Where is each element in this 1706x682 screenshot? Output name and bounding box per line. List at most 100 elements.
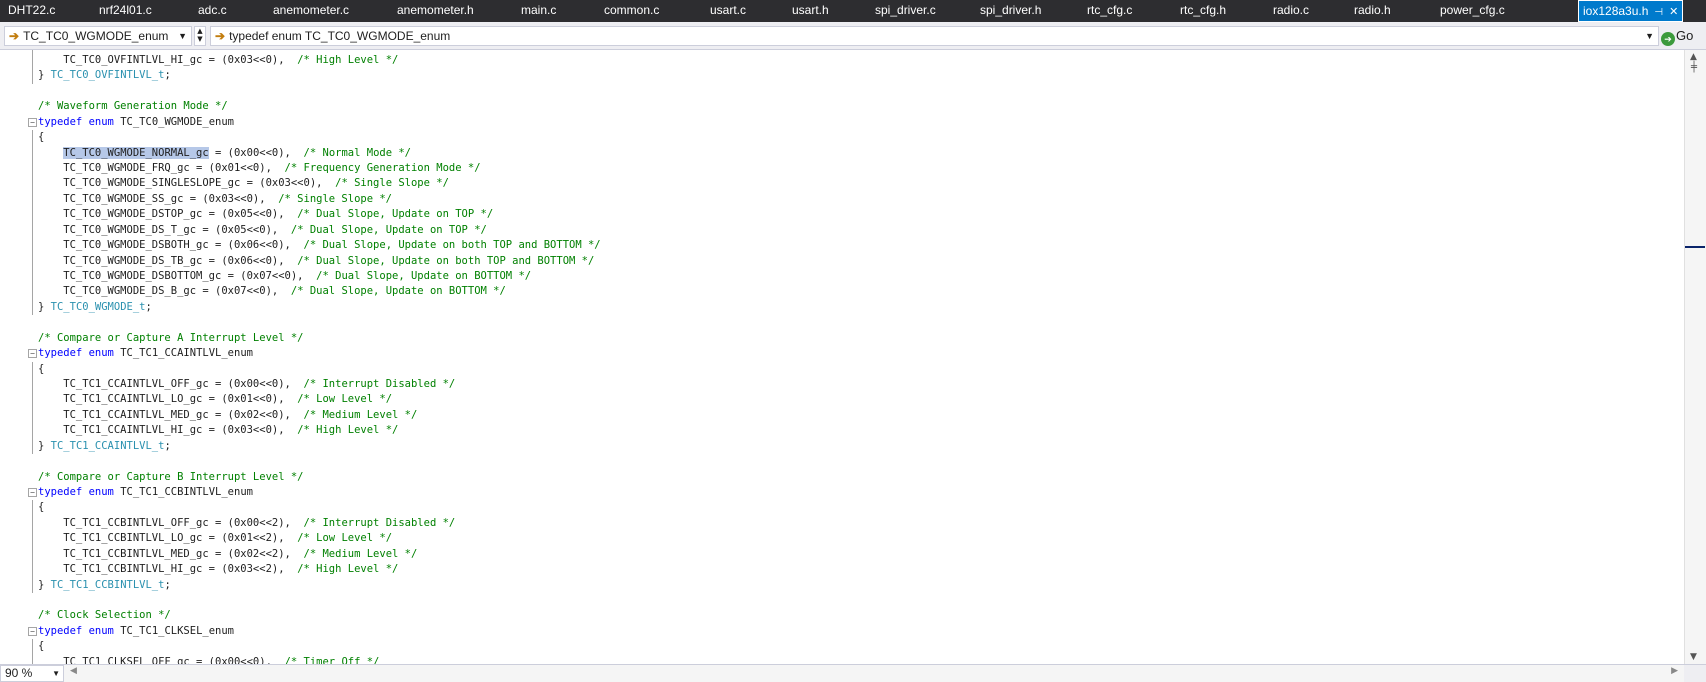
code-line[interactable] — [0, 593, 1684, 608]
comment-token: /* Dual Slope, Update on TOP */ — [290, 223, 487, 236]
code-line-text: TC_TC1_CCBINTLVL_OFF_gc = (0x00<<2), /* … — [38, 516, 455, 531]
code-line[interactable]: TC_TC0_WGMODE_SINGLESLOPE_gc = (0x03<<0)… — [0, 176, 1684, 191]
tab-7[interactable]: usart.c — [710, 0, 746, 22]
code-line[interactable]: TC_TC1_CCBINTLVL_MED_gc = (0x02<<2), /* … — [0, 547, 1684, 562]
code-line[interactable]: TC_TC1_CCAINTLVL_MED_gc = (0x02<<0), /* … — [0, 408, 1684, 423]
code-line[interactable]: } TC_TC1_CCBINTLVL_t; — [0, 578, 1684, 593]
tab-2[interactable]: adc.c — [198, 0, 227, 22]
close-icon[interactable]: ✕ — [1669, 6, 1678, 18]
scroll-right-icon[interactable]: ▶ — [1671, 666, 1678, 676]
comment-token: /* Dual Slope, Update on both TOP and BO… — [297, 254, 595, 267]
code-line[interactable]: TC_TC0_WGMODE_DS_T_gc = (0x05<<0), /* Du… — [0, 223, 1684, 238]
tab-3[interactable]: anemometer.c — [273, 0, 349, 22]
code-token: TC_TC1_CCBINTLVL_MED_gc = (0x02<<2), — [38, 547, 304, 560]
tab-0[interactable]: DHT22.c — [8, 0, 55, 22]
pin-icon[interactable]: ⊣ — [1654, 7, 1663, 18]
code-token: { — [38, 640, 45, 653]
code-line[interactable]: TC_TC0_WGMODE_DSBOTH_gc = (0x06<<0), /* … — [0, 238, 1684, 253]
code-line-text: TC_TC1_CCAINTLVL_LO_gc = (0x01<<0), /* L… — [38, 392, 392, 407]
code-line[interactable]: TC_TC1_CCAINTLVL_LO_gc = (0x01<<0), /* L… — [0, 392, 1684, 407]
code-token: TC_TC0_WGMODE_enum — [113, 115, 234, 128]
tab-5[interactable]: main.c — [521, 0, 556, 22]
collapse-region-icon[interactable]: − — [28, 349, 37, 359]
scroll-up-icon[interactable]: ▲ — [1690, 52, 1697, 62]
type-scope-dropdown[interactable]: ➔ TC_TC0_WGMODE_enum ▼ — [4, 26, 192, 46]
tab-12[interactable]: rtc_cfg.h — [1180, 0, 1226, 22]
code-token: TC_TC1_CCAINTLVL_enum — [113, 347, 253, 360]
scroll-down-icon[interactable]: ▼ — [1690, 652, 1697, 662]
zoom-dropdown[interactable]: 90 % ▼ — [0, 665, 64, 682]
split-window-icon[interactable]: ╪ — [1691, 62, 1697, 73]
comment-token: /* Compare or Capture B Interrupt Level … — [38, 470, 304, 483]
code-editor[interactable]: TC_TC0_OVFINTLVL_HI_gc = (0x03<<0), /* H… — [0, 50, 1684, 664]
code-line-text: TC_TC0_WGMODE_DSBOTH_gc = (0x06<<0), /* … — [38, 238, 600, 253]
collapse-region-icon[interactable]: − — [28, 626, 37, 636]
code-token: } — [38, 300, 51, 313]
code-line[interactable]: TC_TC0_WGMODE_DSTOP_gc = (0x05<<0), /* D… — [0, 207, 1684, 222]
code-line[interactable] — [0, 84, 1684, 99]
tab-14[interactable]: radio.h — [1354, 0, 1391, 22]
collapse-region-icon[interactable]: − — [28, 117, 37, 127]
collapse-region-icon[interactable]: − — [28, 488, 37, 498]
code-line[interactable]: TC_TC1_CCBINTLVL_LO_gc = (0x01<<2), /* L… — [0, 531, 1684, 546]
code-line[interactable]: typedef enum TC_TC1_CLKSEL_enum — [0, 624, 1684, 639]
member-scope-dropdown[interactable]: ➔ typedef enum TC_TC0_WGMODE_enum ▼ — [210, 26, 1659, 46]
code-line[interactable] — [0, 454, 1684, 469]
code-token: TC_TC1_CCBINTLVL_LO_gc = (0x01<<2), — [38, 532, 298, 545]
code-line[interactable]: TC_TC0_WGMODE_NORMAL_gc = (0x00<<0), /* … — [0, 146, 1684, 161]
code-line[interactable]: /* Compare or Capture A Interrupt Level … — [0, 331, 1684, 346]
code-line[interactable]: typedef enum TC_TC1_CCAINTLVL_enum — [0, 346, 1684, 361]
code-line[interactable]: TC_TC0_WGMODE_FRQ_gc = (0x01<<0), /* Fre… — [0, 161, 1684, 176]
code-line-text: typedef enum TC_TC1_CLKSEL_enum — [38, 624, 234, 639]
scrollbar-position-marker — [1685, 246, 1705, 248]
code-line[interactable]: TC_TC0_WGMODE_DSBOTTOM_gc = (0x07<<0), /… — [0, 269, 1684, 284]
code-line[interactable] — [0, 315, 1684, 330]
code-line[interactable]: TC_TC1_CCAINTLVL_HI_gc = (0x03<<0), /* H… — [0, 423, 1684, 438]
chevron-down-icon: ▼ — [1645, 31, 1654, 41]
code-line[interactable]: TC_TC0_WGMODE_DS_TB_gc = (0x06<<0), /* D… — [0, 254, 1684, 269]
vertical-scrollbar[interactable]: ▲ ╪ ▼ — [1684, 50, 1706, 664]
tab-4[interactable]: anemometer.h — [397, 0, 474, 22]
tab-6[interactable]: common.c — [604, 0, 659, 22]
split-scroll-button[interactable]: ▲ ▼ — [194, 26, 206, 46]
code-line[interactable]: TC_TC0_WGMODE_DS_B_gc = (0x07<<0), /* Du… — [0, 284, 1684, 299]
code-line[interactable]: } TC_TC0_OVFINTLVL_t; — [0, 68, 1684, 83]
chevron-down-icon: ▼ — [178, 31, 187, 41]
tab-15[interactable]: power_cfg.c — [1440, 0, 1505, 22]
code-line[interactable]: /* Compare or Capture B Interrupt Level … — [0, 470, 1684, 485]
comment-token: /* Compare or Capture A Interrupt Level … — [38, 331, 304, 344]
code-line[interactable]: /* Waveform Generation Mode */ — [0, 99, 1684, 114]
navigation-bar: ➔ TC_TC0_WGMODE_enum ▼ ▲ ▼ ➔ typedef enum T… — [0, 22, 1706, 50]
code-line[interactable]: TC_TC0_WGMODE_SS_gc = (0x03<<0), /* Sing… — [0, 192, 1684, 207]
tab-active[interactable]: iox128a3u.h ⊣ ✕ — [1578, 0, 1684, 22]
code-line[interactable]: TC_TC1_CCAINTLVL_OFF_gc = (0x00<<0), /* … — [0, 377, 1684, 392]
scroll-left-icon[interactable]: ◀ — [70, 666, 77, 676]
code-line[interactable]: } TC_TC1_CCAINTLVL_t; — [0, 439, 1684, 454]
code-line[interactable]: typedef enum TC_TC0_WGMODE_enum — [0, 115, 1684, 130]
code-line[interactable]: { — [0, 500, 1684, 515]
tab-10[interactable]: spi_driver.h — [980, 0, 1041, 22]
code-line[interactable]: /* Clock Selection */ — [0, 608, 1684, 623]
comment-token: /* Dual Slope, Update on BOTTOM */ — [290, 285, 506, 298]
code-line[interactable]: TC_TC1_CCBINTLVL_HI_gc = (0x03<<2), /* H… — [0, 562, 1684, 577]
code-line-text: } TC_TC1_CCBINTLVL_t; — [38, 578, 171, 593]
code-line[interactable]: { — [0, 362, 1684, 377]
code-line[interactable]: typedef enum TC_TC1_CCBINTLVL_enum — [0, 485, 1684, 500]
code-line-text: TC_TC1_CLKSEL_OFF_gc = (0x00<<0), /* Tim… — [38, 655, 379, 664]
code-token: TC_TC1_CLKSEL_OFF_gc = (0x00<<0), — [38, 655, 285, 664]
code-line[interactable]: TC_TC1_CLKSEL_OFF_gc = (0x00<<0), /* Tim… — [0, 655, 1684, 664]
tab-11[interactable]: rtc_cfg.c — [1087, 0, 1132, 22]
code-line-text: TC_TC0_WGMODE_DS_B_gc = (0x07<<0), /* Du… — [38, 284, 506, 299]
code-line[interactable]: } TC_TC0_WGMODE_t; — [0, 300, 1684, 315]
type-scope-value: TC_TC0_WGMODE_enum — [23, 29, 169, 43]
tab-1[interactable]: nrf24l01.c — [99, 0, 152, 22]
code-line[interactable]: { — [0, 639, 1684, 654]
code-line[interactable]: { — [0, 130, 1684, 145]
tab-13[interactable]: radio.c — [1273, 0, 1309, 22]
horizontal-scrollbar[interactable]: ◀ ▶ — [64, 665, 1684, 682]
tab-8[interactable]: usart.h — [792, 0, 829, 22]
go-button[interactable]: ➔ Go — [1661, 26, 1703, 46]
tab-9[interactable]: spi_driver.c — [875, 0, 936, 22]
code-line[interactable]: TC_TC1_CCBINTLVL_OFF_gc = (0x00<<2), /* … — [0, 516, 1684, 531]
code-line[interactable]: TC_TC0_OVFINTLVL_HI_gc = (0x03<<0), /* H… — [0, 53, 1684, 68]
